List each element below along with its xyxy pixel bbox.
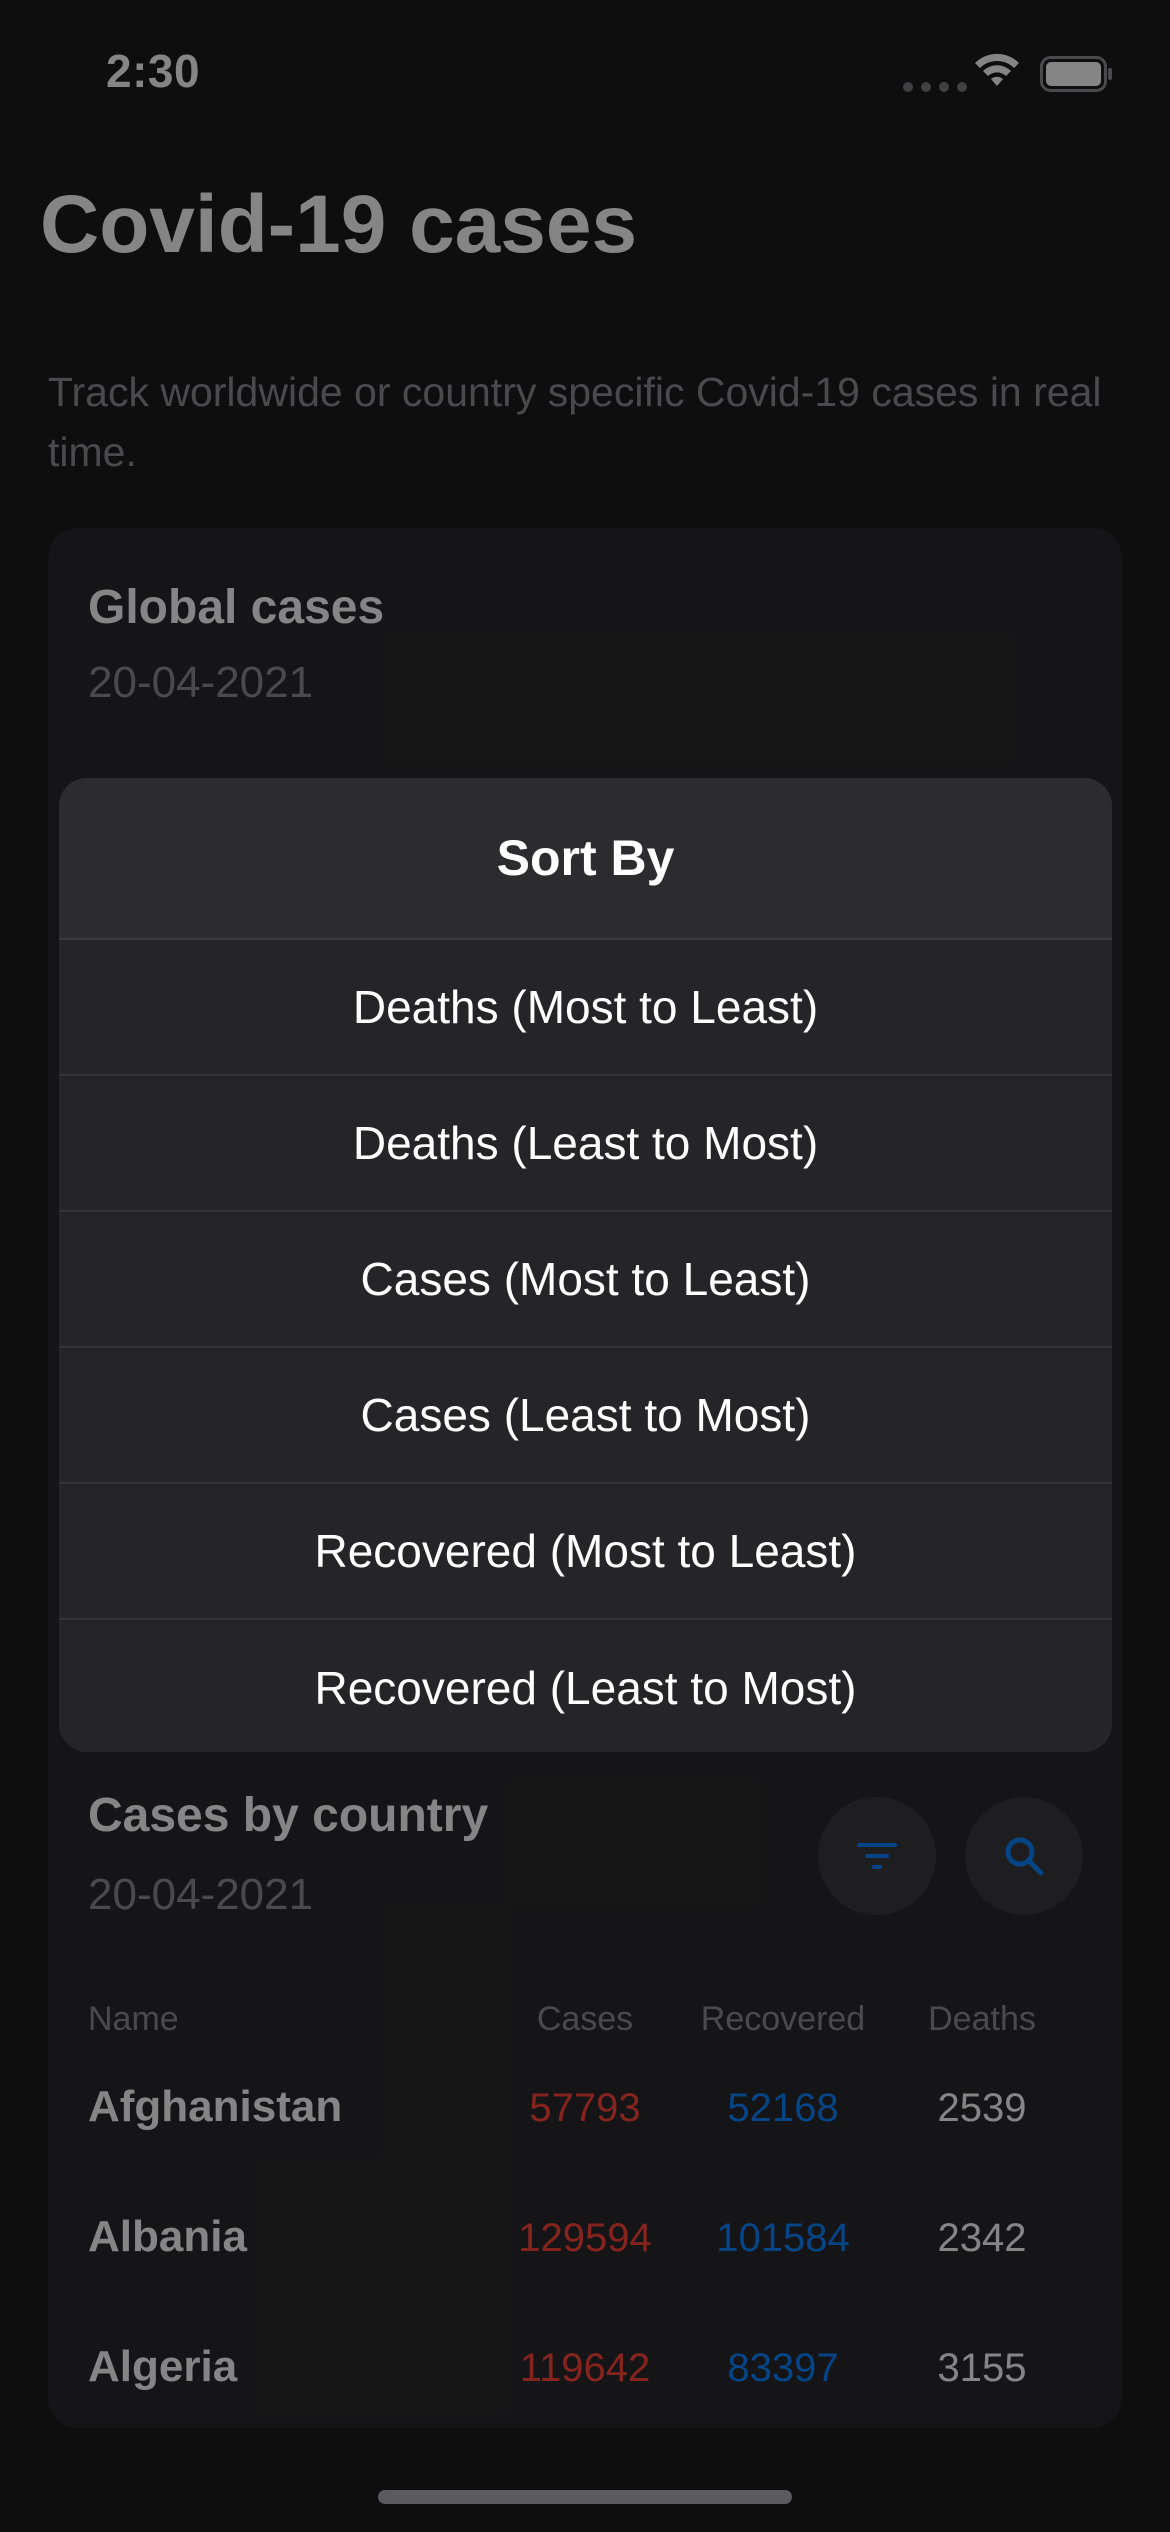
sort-option-cases-asc[interactable]: Cases (Least to Most) (59, 1348, 1112, 1484)
sort-sheet-title: Sort By (59, 778, 1112, 940)
sort-option-deaths-desc[interactable]: Deaths (Most to Least) (59, 940, 1112, 1076)
sort-option-recovered-asc[interactable]: Recovered (Least to Most) (59, 1620, 1112, 1752)
sort-action-sheet: Sort By Deaths (Most to Least) Deaths (L… (59, 778, 1112, 1752)
sort-option-cases-desc[interactable]: Cases (Most to Least) (59, 1212, 1112, 1348)
sort-option-deaths-asc[interactable]: Deaths (Least to Most) (59, 1076, 1112, 1212)
sort-option-recovered-desc[interactable]: Recovered (Most to Least) (59, 1484, 1112, 1620)
app-screen: 2:30 Covid-19 cases Track worldwide or c… (0, 0, 1170, 2532)
home-indicator[interactable] (378, 2490, 792, 2504)
